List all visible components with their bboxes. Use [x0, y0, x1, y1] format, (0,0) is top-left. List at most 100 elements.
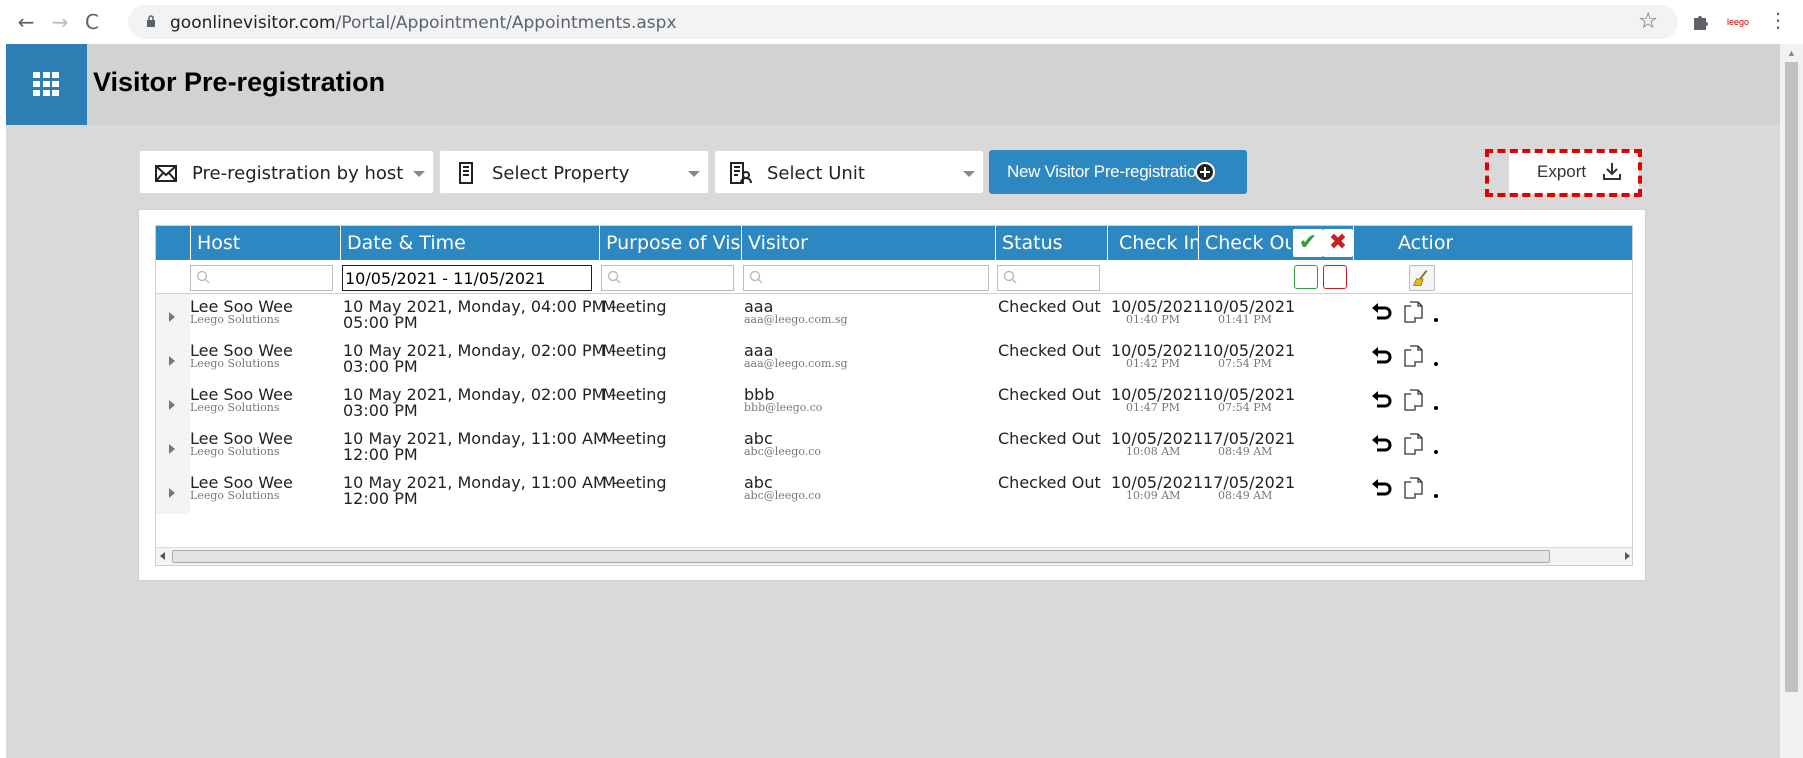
status: Checked Out: [998, 341, 1101, 360]
status: Checked Out: [998, 297, 1101, 316]
new-visitor-preregistration-button[interactable]: New Visitor Pre-registration: [989, 150, 1247, 194]
table-row[interactable]: Lee Soo Wee Leego Solutions 10 May 2021,…: [156, 470, 1632, 514]
chevron-down-icon: [413, 171, 425, 177]
table-row[interactable]: Lee Soo Wee Leego Solutions 10 May 2021,…: [156, 338, 1632, 382]
back-button[interactable]: ←: [14, 10, 38, 34]
browser-menu-icon[interactable]: ⋮: [1768, 8, 1788, 32]
undo-icon[interactable]: [1370, 388, 1394, 412]
column-header-purpose[interactable]: Purpose of Visit: [599, 226, 741, 260]
purpose: Meeting: [602, 429, 667, 448]
url-text: goonlinevisitor.com/Portal/Appointment/A…: [170, 13, 677, 33]
property-dropdown[interactable]: Select Property: [439, 150, 709, 194]
table-row[interactable]: Lee Soo Wee Leego Solutions 10 May 2021,…: [156, 426, 1632, 470]
table-row[interactable]: Lee Soo Wee Leego Solutions 10 May 2021,…: [156, 294, 1632, 338]
more-actions-icon[interactable]: [1432, 300, 1440, 324]
checkin-time: 10:09 AM: [1126, 489, 1181, 502]
date-range-filter-input[interactable]: 10/05/2021 - 11/05/2021: [342, 265, 592, 291]
undo-icon[interactable]: [1370, 432, 1394, 456]
grid-header: Host Date & Time Purpose of Visit Visito…: [156, 226, 1632, 260]
checkout-time: 07:54 PM: [1218, 401, 1272, 414]
column-header-action: Action: [1353, 226, 1453, 260]
more-actions-icon[interactable]: [1432, 476, 1440, 500]
column-header-datetime[interactable]: Date & Time: [340, 226, 599, 260]
building-icon: [459, 162, 473, 184]
undo-icon[interactable]: [1370, 300, 1394, 324]
host-company: Leego Solutions: [190, 445, 280, 458]
unit-building-icon: [730, 162, 752, 184]
date-range-value: 10/05/2021 - 11/05/2021: [345, 269, 546, 288]
apps-grid-icon: [33, 72, 60, 97]
approve-filter-checkbox[interactable]: [1294, 265, 1318, 289]
status-filter-input[interactable]: [997, 265, 1100, 291]
column-header-checkin[interactable]: Check In: [1107, 226, 1198, 260]
purpose-filter-input[interactable]: [601, 265, 734, 291]
expand-row-icon[interactable]: [169, 400, 175, 410]
purpose: Meeting: [602, 297, 667, 316]
visitor-email: aaa@leego.com.sg: [744, 357, 848, 370]
more-actions-icon[interactable]: [1432, 344, 1440, 368]
copy-icon[interactable]: [1402, 388, 1426, 412]
datetime-line2: 12:00 PM: [343, 445, 418, 464]
scroll-left-arrow-icon[interactable]: [160, 552, 165, 560]
copy-icon[interactable]: [1402, 476, 1426, 500]
apps-menu-button[interactable]: [6, 44, 87, 125]
export-highlight-box: [1485, 149, 1642, 197]
table-row[interactable]: Lee Soo Wee Leego Solutions 10 May 2021,…: [156, 382, 1632, 426]
unit-dropdown[interactable]: Select Unit: [714, 150, 984, 194]
expand-row-icon[interactable]: [169, 488, 175, 498]
extensions-puzzle-icon[interactable]: [1690, 10, 1712, 32]
forward-button[interactable]: →: [48, 10, 72, 34]
datetime-line2: 12:00 PM: [343, 489, 418, 508]
url-domain: goonlinevisitor.com: [170, 13, 336, 33]
bookmark-star-icon[interactable]: ☆: [1638, 9, 1658, 34]
check-all-reject-icon[interactable]: ✖: [1323, 229, 1353, 257]
checkout-time: 08:49 AM: [1218, 445, 1273, 458]
page-scrollbar-thumb[interactable]: [1785, 62, 1798, 692]
visitor-email: abc@leego.co: [744, 489, 822, 502]
undo-icon[interactable]: [1370, 476, 1394, 500]
grid-scrollbar-thumb[interactable]: [172, 550, 1550, 563]
search-icon: [196, 270, 210, 284]
check-all-approve-icon[interactable]: ✔: [1293, 229, 1323, 257]
status: Checked Out: [998, 473, 1101, 492]
checkout-time: 01:41 PM: [1218, 313, 1272, 326]
leego-extension-icon[interactable]: leego: [1725, 11, 1751, 33]
reject-filter-checkbox[interactable]: [1323, 265, 1347, 289]
page-header: Visitor Pre-registration: [6, 44, 1780, 125]
clear-filter-button[interactable]: [1409, 265, 1435, 291]
column-header-status[interactable]: Status: [995, 226, 1107, 260]
expand-row-icon[interactable]: [169, 356, 175, 366]
copy-icon[interactable]: [1402, 432, 1426, 456]
broom-icon: [1412, 270, 1428, 286]
address-bar[interactable]: goonlinevisitor.com/Portal/Appointment/A…: [128, 5, 1678, 39]
scroll-right-arrow-icon[interactable]: [1625, 552, 1630, 560]
status: Checked Out: [998, 385, 1101, 404]
chevron-down-icon: [688, 171, 700, 177]
more-actions-icon[interactable]: [1432, 388, 1440, 412]
undo-icon[interactable]: [1370, 344, 1394, 368]
expand-row-icon[interactable]: [169, 312, 175, 322]
checkin-time: 01:40 PM: [1126, 313, 1180, 326]
host-filter-input[interactable]: [190, 265, 333, 291]
copy-icon[interactable]: [1402, 300, 1426, 324]
copy-icon[interactable]: [1402, 344, 1426, 368]
mode-dropdown-label: Pre-registration by host: [192, 163, 404, 184]
page-title: Visitor Pre-registration: [93, 67, 386, 97]
search-icon: [1003, 270, 1017, 284]
mode-dropdown[interactable]: Pre-registration by host: [139, 150, 434, 194]
visitor-email: aaa@leego.com.sg: [744, 313, 848, 326]
appointments-grid: Host Date & Time Purpose of Visit Visito…: [155, 225, 1633, 566]
host-company: Leego Solutions: [190, 357, 280, 370]
column-header-checkout[interactable]: Check Out: [1198, 226, 1291, 260]
lock-icon: [147, 15, 155, 27]
host-company: Leego Solutions: [190, 401, 280, 414]
filter-row: 10/05/2021 - 11/05/2021: [156, 260, 1632, 294]
more-actions-icon[interactable]: [1432, 432, 1440, 456]
reload-button[interactable]: C: [80, 10, 104, 34]
column-header-visitor[interactable]: Visitor: [741, 226, 995, 260]
visitor-filter-input[interactable]: [743, 265, 989, 291]
expand-row-icon[interactable]: [169, 444, 175, 454]
grid-horizontal-scrollbar[interactable]: [156, 547, 1632, 565]
page-scrollbar[interactable]: ▲: [1780, 44, 1803, 758]
column-header-host[interactable]: Host: [190, 226, 340, 260]
